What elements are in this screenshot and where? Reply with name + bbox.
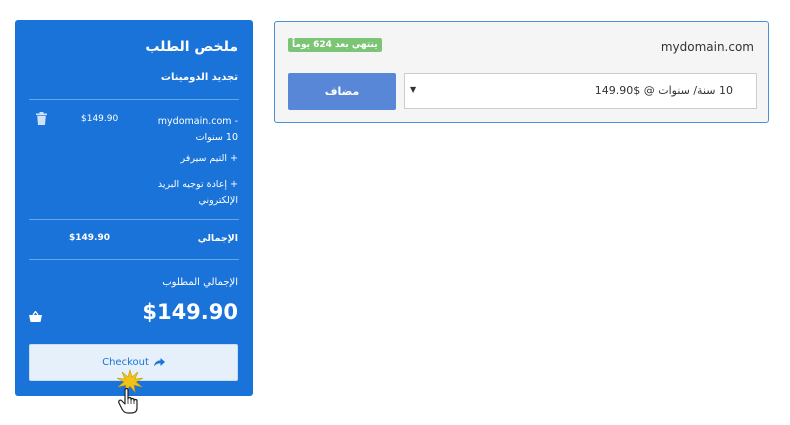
divider <box>29 259 239 260</box>
expiry-badge: ينتهي بعد 624 يوماً <box>288 38 382 52</box>
renewal-period-select[interactable]: 10 سنة/ سنوات @ $149.90 ▼ <box>404 73 757 109</box>
checkout-label: Checkout <box>102 357 149 368</box>
addon-dns: + التيم سيرفر <box>180 153 238 164</box>
hand-cursor-icon <box>116 368 144 414</box>
total-due-value: $149.90 <box>142 300 238 324</box>
divider <box>29 219 239 220</box>
basket-icon <box>29 311 42 322</box>
added-button[interactable]: مضاف <box>288 73 396 110</box>
domain-renewal-card: mydomain.com ينتهي بعد 624 يوماً 10 سنة/… <box>274 21 769 123</box>
domain-name: mydomain.com <box>660 40 754 54</box>
summary-subtitle: تجديد الدومينات <box>160 72 238 83</box>
total-label: الإجمالي <box>197 233 238 244</box>
total-due-label: الإجمالي المطلوب <box>162 277 238 288</box>
trash-icon[interactable] <box>36 112 47 125</box>
order-summary-panel: ملخص الطلب تجديد الدومينات mydomain.com … <box>15 20 253 396</box>
dropdown-arrow-icon: ▼ <box>410 85 417 94</box>
share-arrow-icon <box>153 358 165 367</box>
addon-email-forwarding: + إعادة توجيه البريد الإلكتروني <box>157 179 238 206</box>
line-item-description: mydomain.com - 10 سنوات <box>157 116 238 143</box>
total-value: $149.90 <box>69 233 110 243</box>
summary-title: ملخص الطلب <box>145 39 238 55</box>
divider <box>29 99 239 100</box>
line-item-price: $149.90 <box>81 114 119 124</box>
renewal-period-value: 10 سنة/ سنوات @ $149.90 <box>594 84 733 97</box>
